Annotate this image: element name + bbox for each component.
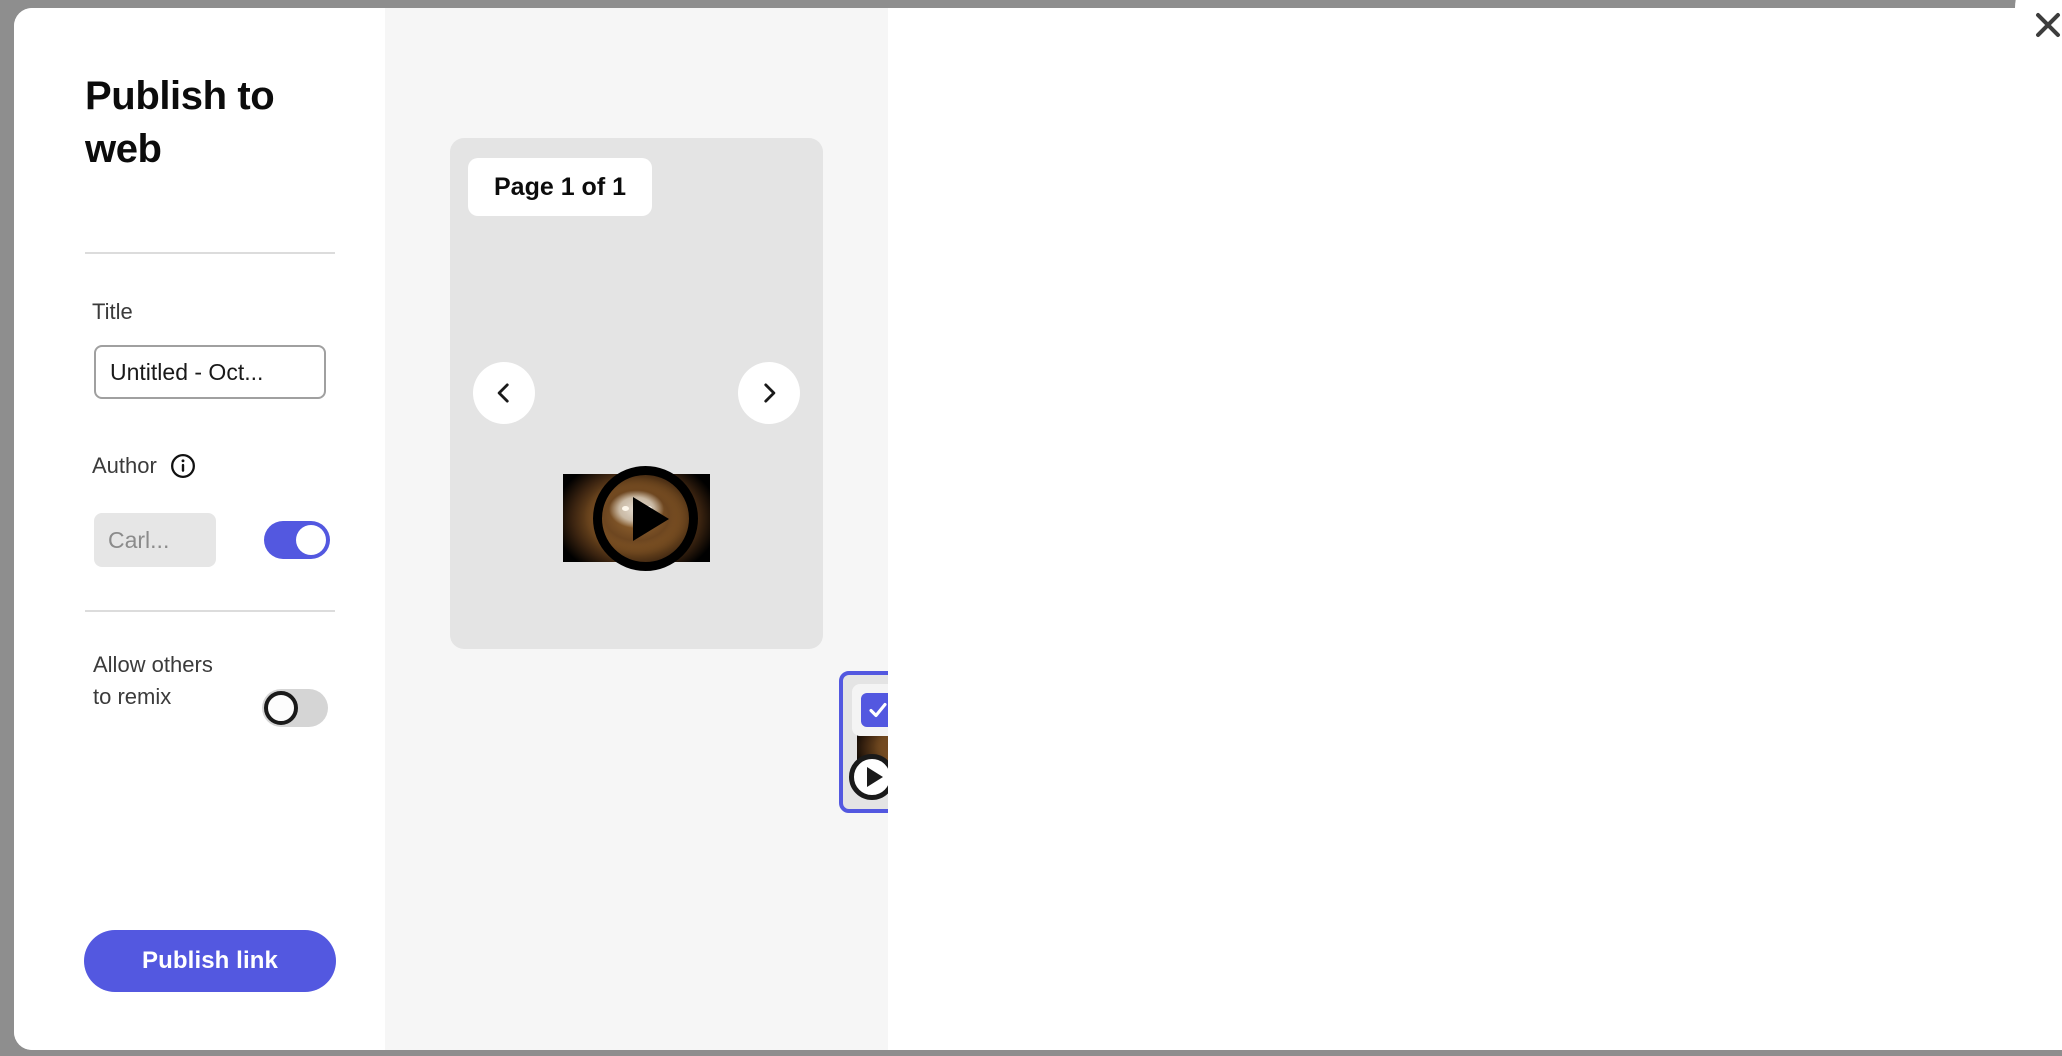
next-page-button[interactable] <box>738 362 800 424</box>
remix-toggle-knob <box>264 691 298 725</box>
close-icon <box>2036 13 2060 37</box>
divider-top <box>85 252 335 254</box>
preview-column: Page 1 of 1 <box>385 8 978 1050</box>
publish-to-web-dialog: Publish to web Title Author Allow others… <box>14 8 2062 1050</box>
content-area <box>888 8 2062 1050</box>
play-icon <box>632 496 669 541</box>
author-input[interactable] <box>94 513 216 567</box>
info-icon[interactable] <box>170 453 196 479</box>
preview-card: Page 1 of 1 <box>450 138 823 649</box>
author-field-label: Author <box>92 453 157 478</box>
author-toggle-knob <box>296 525 326 555</box>
title-input[interactable] <box>94 345 326 399</box>
settings-panel: Publish to web Title Author Allow others… <box>14 8 385 1050</box>
play-button-overlay[interactable] <box>593 466 698 571</box>
chevron-left-icon <box>497 383 509 403</box>
check-icon <box>869 702 887 718</box>
divider-middle <box>85 610 335 612</box>
remix-toggle-label: Allow others to remix <box>93 652 213 709</box>
previous-page-button[interactable] <box>473 362 535 424</box>
author-field-header: Author <box>92 453 196 479</box>
author-toggle[interactable] <box>264 521 330 559</box>
publish-link-button[interactable]: Publish link <box>84 930 336 992</box>
title-field-label: Title <box>92 299 133 324</box>
chevron-right-icon <box>764 383 776 403</box>
thumbnail-play-icon <box>866 767 883 787</box>
page-title: Publish to web <box>85 74 275 172</box>
remix-toggle[interactable] <box>262 689 328 727</box>
